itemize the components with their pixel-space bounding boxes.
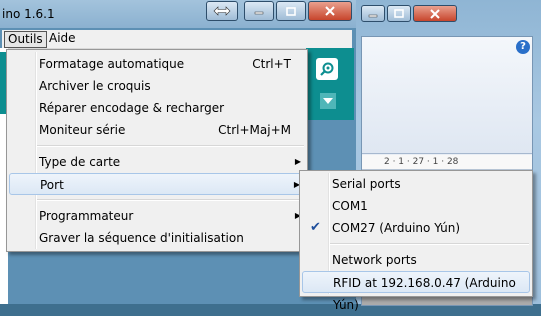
menu-item-label: Moniteur série: [39, 123, 126, 137]
menu-separator: [37, 199, 304, 201]
menu-item-label: Formatage automatique: [39, 57, 185, 71]
menu-outils[interactable]: Outils: [4, 31, 47, 48]
maximize-icon: [394, 9, 404, 18]
menu-item-label: RFID at 192.168.0.47 (Arduino Yún): [333, 276, 516, 312]
menu-item-label: Réparer encodage & recharger: [39, 101, 225, 115]
menu-item-com27[interactable]: ✔ COM27 (Arduino Yún): [302, 217, 530, 239]
editor-toolbar: [306, 48, 354, 120]
menu-item-label: Port: [40, 178, 64, 192]
tab-menu-button[interactable]: [320, 93, 336, 109]
close-icon: [430, 8, 440, 19]
menu-item-label: Type de carte: [39, 155, 121, 169]
close-icon: [325, 6, 335, 16]
minimize-icon: [254, 11, 264, 15]
window-title: ino 1.6.1: [2, 7, 55, 21]
menu-separator: [330, 243, 529, 245]
menu-separator: [37, 145, 304, 147]
menu-item-archiver[interactable]: Archiver le croquis: [9, 75, 305, 97]
menu-item-programmateur[interactable]: Programmateur ▶: [9, 205, 305, 227]
menu-item-port[interactable]: Port ▶: [9, 173, 305, 195]
menu-item-com1[interactable]: COM1: [302, 195, 530, 217]
minimize-button[interactable]: [244, 1, 274, 21]
menu-item-shortcut: Ctrl+T: [252, 57, 291, 71]
menu-item-graver-bootloader[interactable]: Graver la séquence d'initialisation: [9, 227, 305, 249]
close-button[interactable]: [308, 1, 352, 21]
swap-button[interactable]: [206, 1, 238, 21]
menu-item-label: COM1: [332, 199, 368, 213]
title-bar: ino 1.6.1: [0, 0, 356, 28]
maximize-button[interactable]: [276, 1, 306, 21]
help-icon[interactable]: ?: [516, 40, 530, 54]
menu-bar: Outils Aide: [2, 30, 352, 49]
menu-heading-serial-ports: Serial ports: [302, 173, 530, 195]
background-window-controls: [361, 5, 457, 22]
menu-aide[interactable]: Aide: [46, 31, 79, 46]
menu-item-reparer[interactable]: Réparer encodage & recharger: [9, 97, 305, 119]
minimize-icon: [368, 14, 378, 17]
tools-menu: Formatage automatique Ctrl+T Archiver le…: [6, 49, 308, 252]
menu-heading-network-ports: Network ports: [302, 249, 530, 271]
menu-item-type-de-carte[interactable]: Type de carte ▶: [9, 151, 305, 173]
background-minimize-button[interactable]: [361, 5, 385, 22]
menu-item-rfid-network-port[interactable]: RFID at 192.168.0.47 (Arduino Yún): [302, 271, 530, 312]
ruler: 2 · 1 · 27 · 1 · 28: [362, 155, 532, 170]
menu-item-label: Serial ports: [332, 177, 401, 191]
port-submenu: Serial ports COM1 ✔ COM27 (Arduino Yún) …: [299, 170, 533, 312]
maximize-icon: [286, 6, 296, 16]
checkmark-icon: ✔: [310, 220, 321, 235]
serial-monitor-button[interactable]: [316, 58, 338, 80]
menu-item-formatage[interactable]: Formatage automatique Ctrl+T: [9, 53, 305, 75]
menu-item-shortcut: Ctrl+Maj+M: [218, 123, 291, 137]
magnifier-icon: [320, 62, 334, 76]
background-maximize-button[interactable]: [387, 5, 411, 22]
ruler-text: 2 · 1 · 27 · 1 · 28: [384, 157, 459, 167]
menu-item-moniteur-serie[interactable]: Moniteur série Ctrl+Maj+M: [9, 119, 305, 141]
swap-arrows-icon: [213, 6, 231, 16]
menu-item-label: Archiver le croquis: [39, 79, 151, 93]
ribbon: ?: [362, 37, 532, 154]
window-controls: [244, 1, 352, 21]
background-close-button[interactable]: [413, 5, 457, 22]
menu-item-label: Programmateur: [39, 209, 134, 223]
menu-item-label: COM27 (Arduino Yún): [332, 221, 461, 235]
chevron-down-icon: [323, 97, 333, 104]
menu-item-label: Graver la séquence d'initialisation: [39, 231, 244, 245]
menu-item-label: Network ports: [332, 253, 417, 267]
